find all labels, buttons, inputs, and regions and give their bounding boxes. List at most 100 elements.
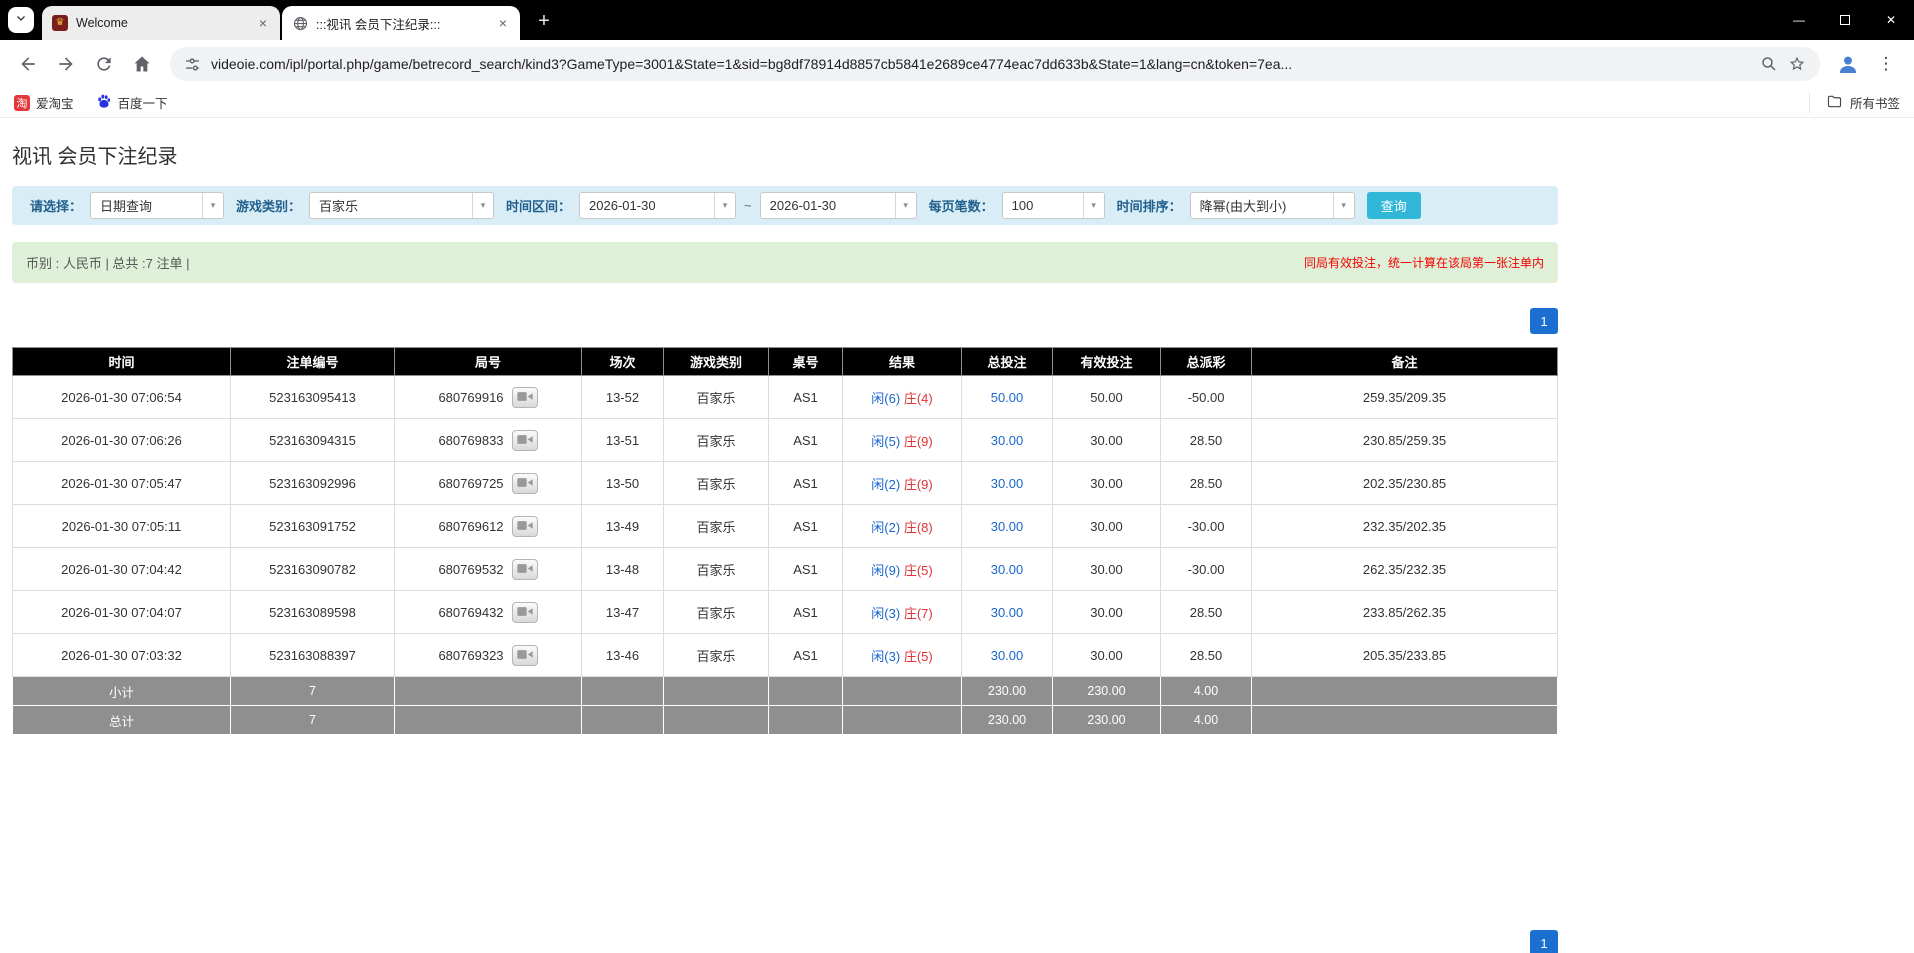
video-camera-icon xyxy=(517,519,533,534)
back-button[interactable] xyxy=(10,46,46,82)
video-replay-button[interactable] xyxy=(512,430,538,451)
total-bet-link[interactable]: 30.00 xyxy=(991,648,1024,663)
taobao-icon: 淘 xyxy=(14,95,30,111)
total-bet-cell: 30.00 xyxy=(962,462,1053,505)
table-row: 2026-01-30 07:05:47 523163092996 6807697… xyxy=(13,462,1558,505)
player-result: 闲(2) xyxy=(871,477,900,492)
total-bet-link[interactable]: 30.00 xyxy=(991,433,1024,448)
round-cell: 680769432 xyxy=(395,591,582,634)
notice-text: 同局有效投注，统一计算在该局第一张注单内 xyxy=(1304,254,1544,271)
site-settings-icon[interactable] xyxy=(184,56,201,73)
close-window-button[interactable]: ✕ xyxy=(1868,0,1914,40)
tab-search-button[interactable] xyxy=(8,7,34,33)
video-replay-button[interactable] xyxy=(512,387,538,408)
total-bet-link[interactable]: 30.00 xyxy=(991,562,1024,577)
valid-bet: 30.00 xyxy=(1053,634,1161,677)
home-button[interactable] xyxy=(124,46,160,82)
bookmark-baidu[interactable]: 百度一下 xyxy=(96,93,168,112)
minimize-button[interactable]: — xyxy=(1776,0,1822,40)
profile-avatar[interactable] xyxy=(1830,46,1866,82)
bookmark-star-icon[interactable] xyxy=(1788,55,1806,73)
total-bet-cell: 30.00 xyxy=(962,634,1053,677)
video-replay-button[interactable] xyxy=(512,645,538,666)
filter-bar: 请选择： 日期查询 ▾ 游戏类别： 百家乐 ▾ 时间区间： 2026-01-30… xyxy=(12,186,1558,225)
zoom-icon[interactable] xyxy=(1760,55,1778,73)
total-bet-link[interactable]: 30.00 xyxy=(991,519,1024,534)
pagination-bottom: 1 xyxy=(12,930,1558,953)
player-result: 闲(3) xyxy=(871,606,900,621)
session-no: 13-47 xyxy=(582,591,664,634)
game-type-select[interactable]: 百家乐 ▾ xyxy=(309,192,494,219)
table-no: AS1 xyxy=(769,376,843,419)
total-bet-link[interactable]: 30.00 xyxy=(991,476,1024,491)
search-button[interactable]: 查询 xyxy=(1367,192,1421,219)
bet-time: 2026-01-30 07:04:07 xyxy=(13,591,231,634)
chevron-down-icon: ▾ xyxy=(895,193,916,218)
page-1-button[interactable]: 1 xyxy=(1530,308,1558,334)
video-replay-button[interactable] xyxy=(512,473,538,494)
player-result: 闲(6) xyxy=(871,391,900,406)
valid-bet: 50.00 xyxy=(1053,376,1161,419)
result-cell: 闲(6) 庄(4) xyxy=(843,376,962,419)
col-table: 桌号 xyxy=(769,348,843,376)
url-text[interactable]: videoie.com/ipl/portal.php/game/betrecor… xyxy=(211,56,1750,72)
new-tab-button[interactable]: + xyxy=(530,7,558,35)
all-bookmarks-button[interactable]: 所有书签 xyxy=(1809,93,1900,113)
table-row: 2026-01-30 07:06:54 523163095413 6807699… xyxy=(13,376,1558,419)
address-bar[interactable]: videoie.com/ipl/portal.php/game/betrecor… xyxy=(170,47,1820,81)
reload-button[interactable] xyxy=(86,46,122,82)
date-to-select[interactable]: 2026-01-30 ▾ xyxy=(760,192,917,219)
maximize-button[interactable] xyxy=(1822,0,1868,40)
bet-id: 523163089598 xyxy=(231,591,395,634)
session-no: 13-50 xyxy=(582,462,664,505)
game-type: 百家乐 xyxy=(664,462,769,505)
chevron-down-icon xyxy=(15,11,27,29)
video-replay-button[interactable] xyxy=(512,516,538,537)
round-id: 680769612 xyxy=(438,519,503,534)
subtotal-payout: 4.00 xyxy=(1161,677,1252,706)
tab-welcome[interactable]: ♛ Welcome × xyxy=(42,6,280,40)
video-camera-icon xyxy=(517,433,533,448)
bet-id: 523163092996 xyxy=(231,462,395,505)
subtotal-count: 7 xyxy=(231,677,395,706)
table-no: AS1 xyxy=(769,548,843,591)
session-no: 13-51 xyxy=(582,419,664,462)
date-from-select[interactable]: 2026-01-30 ▾ xyxy=(579,192,736,219)
date-range-label: 时间区间： xyxy=(506,196,571,215)
video-replay-button[interactable] xyxy=(512,559,538,580)
close-tab-icon[interactable]: × xyxy=(254,14,272,32)
total-bet-cell: 30.00 xyxy=(962,591,1053,634)
bookmark-taobao[interactable]: 淘 爱淘宝 xyxy=(14,93,74,112)
page-1-button-bottom[interactable]: 1 xyxy=(1530,930,1558,953)
round-id: 680769725 xyxy=(438,476,503,491)
banker-result: 庄(7) xyxy=(904,606,933,621)
menu-kebab-icon[interactable]: ⋮ xyxy=(1868,46,1904,82)
close-tab-icon[interactable]: × xyxy=(494,14,512,32)
bet-id: 523163094315 xyxy=(231,419,395,462)
table-row: 2026-01-30 07:06:26 523163094315 6807698… xyxy=(13,419,1558,462)
tab-betrecord[interactable]: :::视讯 会员下注纪录::: × xyxy=(282,6,520,40)
note: 205.35/233.85 xyxy=(1252,634,1558,677)
per-page-select[interactable]: 100 ▾ xyxy=(1002,192,1105,219)
forward-button[interactable] xyxy=(48,46,84,82)
bet-id: 523163095413 xyxy=(231,376,395,419)
bet-id: 523163088397 xyxy=(231,634,395,677)
subtotal-label: 小计 xyxy=(13,677,231,706)
total-bet-link[interactable]: 50.00 xyxy=(991,390,1024,405)
total-bet-link[interactable]: 30.00 xyxy=(991,605,1024,620)
game-type: 百家乐 xyxy=(664,419,769,462)
valid-bet: 30.00 xyxy=(1053,548,1161,591)
video-replay-button[interactable] xyxy=(512,602,538,623)
col-game: 游戏类别 xyxy=(664,348,769,376)
total-bet-cell: 30.00 xyxy=(962,419,1053,462)
sort-select[interactable]: 降幂(由大到小) ▾ xyxy=(1190,192,1355,219)
player-result: 闲(5) xyxy=(871,434,900,449)
game-type: 百家乐 xyxy=(664,505,769,548)
note: 262.35/232.35 xyxy=(1252,548,1558,591)
total-row: 总计 7 230.00 230.00 4.00 xyxy=(13,706,1558,735)
table-no: AS1 xyxy=(769,591,843,634)
query-type-select[interactable]: 日期查询 ▾ xyxy=(90,192,224,219)
game-type: 百家乐 xyxy=(664,548,769,591)
all-bookmarks-label: 所有书签 xyxy=(1850,93,1900,112)
total-bet-cell: 50.00 xyxy=(962,376,1053,419)
